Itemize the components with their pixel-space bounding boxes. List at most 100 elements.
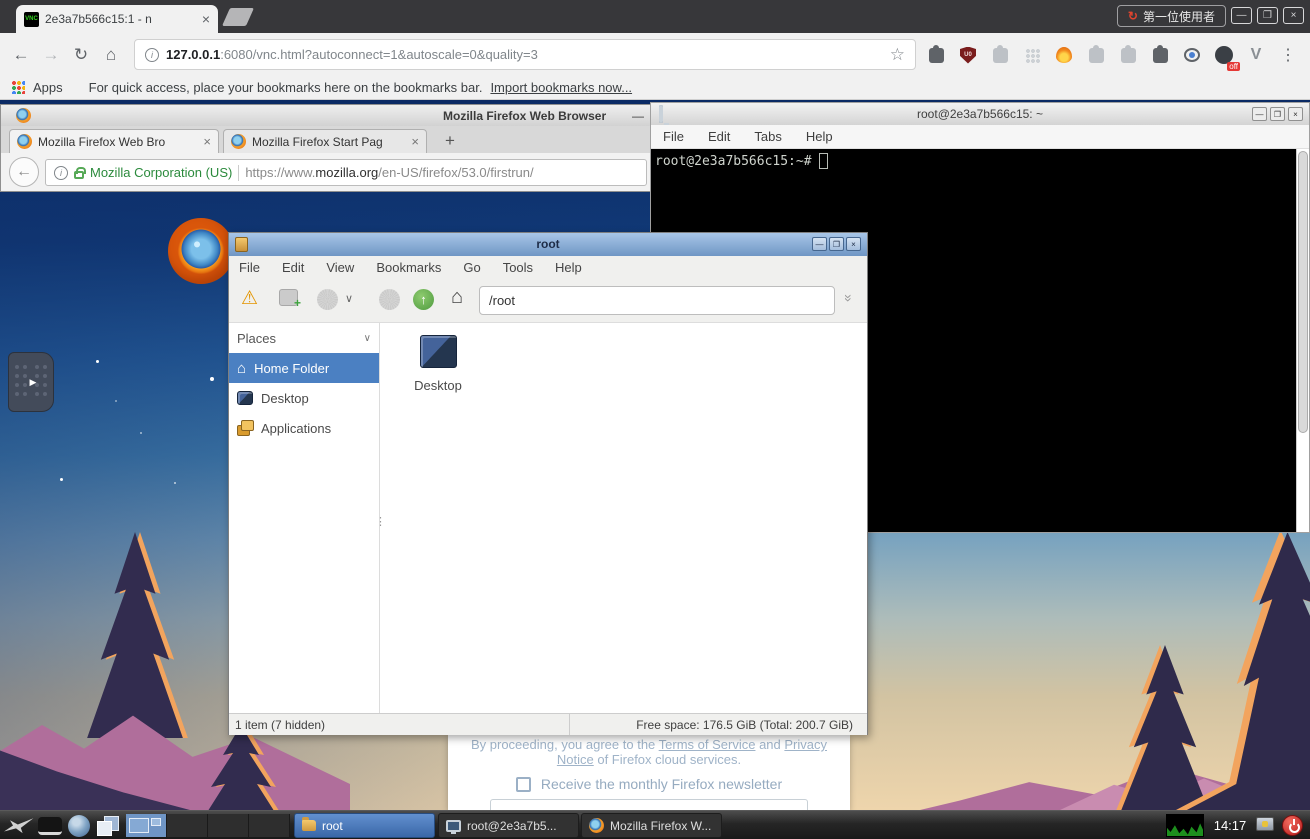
firefox-titlebar[interactable]: Mozilla Firefox Web Browser —	[0, 104, 651, 126]
workspace-3[interactable]	[208, 814, 249, 837]
vimium-extension-icon[interactable]: V	[1244, 43, 1268, 67]
firefox-tab-active[interactable]: Mozilla Firefox Web Bro ×	[9, 129, 219, 153]
terminal-close-button[interactable]: ×	[1288, 107, 1303, 121]
forward-icon[interactable]: →	[36, 45, 66, 65]
extension-puzzle-icon[interactable]	[1084, 43, 1108, 67]
extension-grid-icon[interactable]	[1020, 43, 1044, 67]
terminal-menu-edit[interactable]: Edit	[708, 129, 730, 144]
firefox-minimize-icon[interactable]: —	[632, 109, 644, 123]
taskbar-item-filemanager[interactable]: root	[294, 813, 435, 838]
new-tab-icon[interactable]: +	[279, 289, 298, 306]
page-info-icon[interactable]: i	[54, 166, 68, 180]
taskbar-item-firefox[interactable]: Mozilla Firefox W...	[581, 813, 722, 838]
tab-close-icon[interactable]: ×	[203, 134, 211, 149]
workspace-4[interactable]	[249, 814, 290, 837]
nav-back-icon[interactable]	[317, 289, 338, 310]
pane-splitter-handle[interactable]: ⋮	[375, 515, 385, 528]
fm-menu-view[interactable]: View	[326, 260, 354, 275]
terminal-scrollbar-thumb[interactable]	[1298, 151, 1308, 433]
logout-power-button[interactable]	[1282, 815, 1303, 836]
terminal-menu-tabs[interactable]: Tabs	[754, 129, 781, 144]
apps-label[interactable]: Apps	[33, 80, 63, 95]
chevron-down-icon: ∨	[364, 333, 371, 344]
extension-puzzle-icon[interactable]	[1116, 43, 1140, 67]
show-desktop-button[interactable]	[38, 813, 62, 838]
fm-close-button[interactable]: ×	[846, 237, 861, 251]
tab-close-icon[interactable]: ×	[202, 12, 210, 26]
history-chevron-icon[interactable]: ∨	[345, 292, 353, 305]
ublock-shield-icon[interactable]: U0	[956, 43, 980, 67]
web-browser-launcher[interactable]	[68, 813, 90, 838]
extension-puzzle-icon[interactable]	[988, 43, 1012, 67]
workspace-1[interactable]	[126, 814, 167, 837]
window-minimize-button[interactable]: —	[1231, 7, 1252, 24]
terminal-titlebar[interactable]: root@2e3a7b566c15: ~ — ❐ ×	[651, 103, 1309, 125]
address-bar[interactable]: i 127.0.0.1:6080/vnc.html?autoconnect=1&…	[134, 39, 916, 70]
jump-to-icon[interactable]: »	[841, 294, 857, 302]
firefox-back-button[interactable]: ←	[9, 157, 39, 187]
start-menu-button[interactable]	[4, 813, 34, 838]
window-maximize-button[interactable]: ❐	[1257, 7, 1278, 24]
taskbar-clock[interactable]: 14:17	[1206, 813, 1254, 838]
extension-puzzle-icon[interactable]	[1148, 43, 1172, 67]
window-close-button[interactable]: ×	[1283, 7, 1304, 24]
terms-of-service-link[interactable]: Terms of Service	[659, 737, 756, 752]
reload-icon[interactable]: ↻	[66, 45, 96, 65]
fm-menu-edit[interactable]: Edit	[282, 260, 304, 275]
iconify-windows-button[interactable]	[97, 813, 119, 838]
file-manager-titlebar[interactable]: root — ❐ ×	[229, 233, 867, 256]
chat-bubble-extension-icon[interactable]	[1180, 43, 1204, 67]
file-item-desktop[interactable]: Desktop	[404, 335, 472, 393]
taskbar-item-terminal[interactable]: root@2e3a7b5...	[438, 813, 579, 838]
fm-menu-go[interactable]: Go	[463, 260, 480, 275]
browser-tab[interactable]: VNC 2e3a7b566c15:1 - n ×	[16, 5, 218, 33]
fm-maximize-button[interactable]: ❐	[829, 237, 844, 251]
fm-minimize-button[interactable]: —	[812, 237, 827, 251]
firefox-window: Mozilla Firefox Web Browser — Mozilla Fi…	[0, 104, 651, 192]
terminal-scrollbar[interactable]	[1296, 149, 1309, 532]
tab-close-icon[interactable]: ×	[411, 134, 419, 149]
extension-puzzle-icon[interactable]	[924, 43, 948, 67]
fm-menu-tools[interactable]: Tools	[503, 260, 533, 275]
sidebar-item-applications[interactable]: Applications	[229, 413, 379, 443]
firefox-urlbar[interactable]: i Mozilla Corporation (US) https://www.m…	[45, 159, 647, 186]
workspace-2[interactable]	[167, 814, 208, 837]
path-input[interactable]: /root	[479, 286, 835, 315]
terminal-minimize-button[interactable]: —	[1252, 107, 1267, 121]
lock-screen-button[interactable]	[1256, 817, 1274, 831]
profile-button[interactable]: ↻ 第一位使用者	[1117, 5, 1226, 27]
terminal-menu-help[interactable]: Help	[806, 129, 833, 144]
nav-forward-icon[interactable]	[379, 289, 400, 310]
firefox-tab-inactive[interactable]: Mozilla Firefox Start Pag ×	[223, 129, 427, 153]
sidebar-item-home-folder[interactable]: ⌂ Home Folder	[229, 353, 379, 383]
sidebar-item-desktop[interactable]: Desktop	[229, 383, 379, 413]
import-bookmarks-link[interactable]: Import bookmarks now...	[490, 80, 632, 95]
firefox-favicon	[17, 134, 32, 149]
profile-name: 第一位使用者	[1143, 8, 1215, 25]
flame-extension-icon[interactable]	[1052, 43, 1076, 67]
home-icon[interactable]: ⌂	[96, 45, 126, 65]
fm-menu-bookmarks[interactable]: Bookmarks	[376, 260, 441, 275]
home-icon[interactable]: ⌂	[451, 286, 463, 309]
file-list-pane[interactable]: Desktop	[380, 323, 867, 713]
browser-menu-icon[interactable]: ⋮	[1276, 43, 1300, 67]
terminal-menu-file[interactable]: File	[663, 129, 684, 144]
places-header[interactable]: Places ∨	[229, 323, 379, 353]
warning-icon[interactable]: ⚠	[241, 287, 258, 310]
page-info-icon[interactable]: i	[145, 48, 159, 62]
fm-menu-file[interactable]: File	[239, 260, 260, 275]
identity-label[interactable]: Mozilla Corporation (US)	[90, 165, 232, 180]
nav-up-icon[interactable]: ↑	[413, 289, 434, 310]
cpu-usage-monitor[interactable]	[1166, 814, 1204, 837]
firefox-new-tab-button[interactable]: +	[445, 131, 455, 151]
proxy-off-extension-icon[interactable]: off	[1212, 43, 1236, 67]
bookmark-star-icon[interactable]: ☆	[890, 45, 905, 65]
terminal-maximize-button[interactable]: ❐	[1270, 107, 1285, 121]
apps-grid-icon[interactable]	[12, 81, 25, 94]
fm-menu-help[interactable]: Help	[555, 260, 582, 275]
back-icon[interactable]: ←	[6, 45, 36, 65]
new-tab-button[interactable]	[222, 8, 254, 26]
novnc-panel-handle[interactable]: ▶	[8, 352, 54, 412]
newsletter-checkbox[interactable]	[516, 777, 531, 792]
signup-input-field[interactable]	[490, 799, 808, 810]
